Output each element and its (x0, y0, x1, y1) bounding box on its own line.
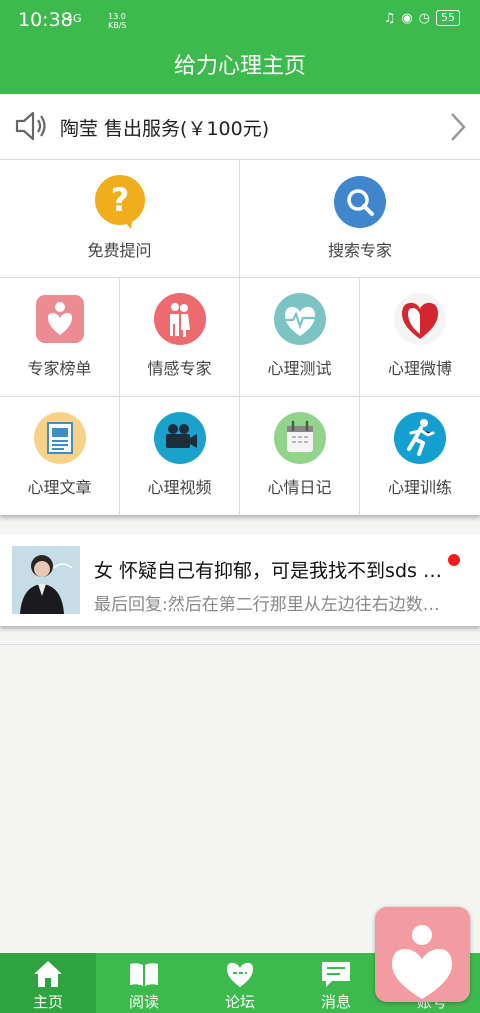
grid-label-psych-weibo: 心理微博 (387, 359, 452, 378)
notice-text: 陶莹 售出服务(￥100元) (60, 118, 270, 140)
tab-label-home: 主页 (32, 993, 63, 1011)
grid-label-psych-article: 心理文章 (27, 478, 92, 497)
post-title: 女 怀疑自己有抑郁，可是我找不到sds 测试在哪里 (94, 560, 450, 582)
chevron-right-icon (451, 113, 466, 141)
heart-person-icon (392, 925, 452, 999)
grid-label-psych-test: 心理测试 (267, 359, 332, 378)
heart-icon (394, 293, 446, 345)
tab-read[interactable]: 阅读 (96, 953, 192, 1013)
grid-item-psych-article[interactable]: 心理文章 (0, 397, 120, 515)
grid-item-psych-training[interactable]: 心理训练 (360, 397, 480, 515)
tab-label-read: 阅读 (128, 993, 159, 1011)
tab-label-messages: 消息 (320, 993, 351, 1011)
heart-badge-icon (35, 295, 84, 343)
notice-bar[interactable]: 陶莹 售出服务(￥100元) (0, 94, 480, 160)
lock-icon: ◉ (401, 10, 413, 26)
status-icons: ♫ ◉ ◷ 55 (384, 10, 460, 26)
document-icon (33, 412, 86, 464)
grid-label-psych-training: 心理训练 (387, 478, 452, 497)
runner-icon (394, 412, 446, 464)
book-icon (130, 963, 158, 986)
network-indicator: 4G (66, 12, 82, 25)
grid-label-expert-ranking: 专家榜单 (27, 359, 92, 378)
network-speed-value: 13.0 (108, 12, 126, 21)
battery-icon: 55 (436, 10, 460, 26)
couple-icon (153, 293, 206, 345)
page-title: 给力心理主页 (0, 40, 480, 94)
post-last-reply: 最后回复:然后在第二行那里从左边往右边数第三个 (94, 595, 454, 615)
post-card[interactable]: 女 怀疑自己有抑郁，可是我找不到sds 测试在哪里 最后回复:然后在第二行那里从… (0, 534, 480, 626)
bell-off-icon: ♫ (383, 10, 396, 26)
unread-badge (448, 554, 460, 566)
grid-label-emotion-expert: 情感专家 (147, 359, 212, 378)
feature-grid: ? 免费提问 搜索专家 专家榜单 情感专家 心理测试 心理微博 心理文章 心理视… (0, 160, 480, 515)
grid-label-search-expert: 搜索专家 (327, 241, 392, 260)
grid-item-expert-ranking[interactable]: 专家榜单 (0, 278, 120, 397)
speaker-icon (15, 111, 46, 141)
heartbeat-icon (273, 293, 326, 345)
search-icon (334, 176, 386, 228)
grid-item-mood-diary[interactable]: 心情日记 (240, 397, 360, 515)
grid-label-free-question: 免费提问 (87, 241, 152, 260)
grid-item-free-question[interactable]: ? 免费提问 (0, 160, 240, 278)
tab-forum[interactable]: 论坛 (192, 953, 288, 1013)
grid-item-search-expert[interactable]: 搜索专家 (240, 160, 480, 278)
network-speed: 13.0 KB/S (108, 12, 127, 30)
tab-messages[interactable]: 消息 (288, 953, 384, 1013)
grid-item-psych-video[interactable]: 心理视频 (120, 397, 240, 515)
grid-item-psych-test[interactable]: 心理测试 (240, 278, 360, 397)
forum-icon (227, 962, 253, 987)
network-speed-unit: KB/S (108, 21, 127, 30)
tab-home[interactable]: 主页 (0, 953, 96, 1013)
grid-item-psych-weibo[interactable]: 心理微博 (360, 278, 480, 397)
svg-text:?: ? (110, 181, 129, 219)
grid-item-emotion-expert[interactable]: 情感专家 (120, 278, 240, 397)
avatar (12, 546, 80, 614)
home-icon (34, 961, 62, 987)
video-camera-icon (153, 412, 206, 464)
grid-label-mood-diary: 心情日记 (267, 478, 332, 497)
floating-heart-button[interactable] (375, 907, 470, 1002)
question-icon: ? (94, 175, 145, 229)
tab-label-forum: 论坛 (224, 993, 255, 1011)
alarm-icon: ◷ (418, 10, 430, 26)
divider (0, 644, 480, 645)
message-icon (322, 962, 350, 987)
grid-label-psych-video: 心理视频 (147, 478, 212, 497)
status-time: 10:38 (18, 9, 73, 31)
calendar-icon (273, 412, 326, 464)
status-bar: 10:38 4G 13.0 KB/S ♫ ◉ ◷ 55 (0, 0, 480, 40)
